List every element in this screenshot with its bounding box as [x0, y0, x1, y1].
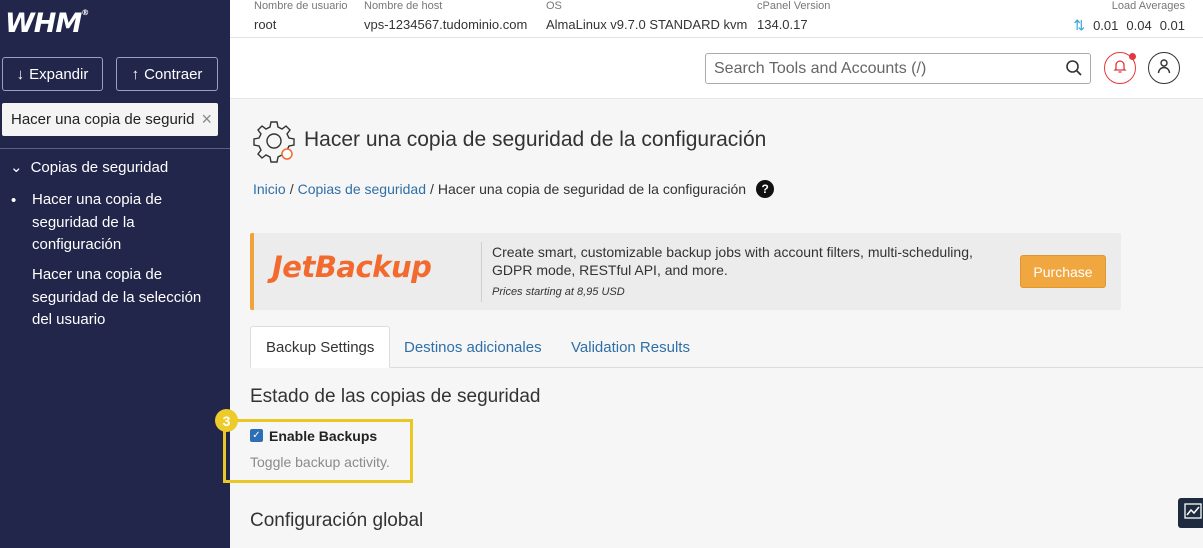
trend-chart-icon: [1184, 502, 1202, 524]
jetbackup-logo: JetBackup: [272, 250, 432, 284]
hostname-info: Nombre de host vps-1234567.tudominio.com: [364, 0, 528, 32]
sidebar-item-config-backup[interactable]: Hacer una copia de seguridad de la confi…: [32, 189, 212, 257]
sidebar-divider: [0, 148, 230, 149]
header: Search Tools and Accounts (/): [230, 38, 1203, 99]
jetbackup-promo-banner: JetBackup Create smart, customizable bac…: [250, 233, 1121, 310]
help-icon[interactable]: ?: [756, 180, 775, 198]
search-icon[interactable]: [1065, 59, 1083, 82]
username-info: Nombre de usuario root: [254, 0, 348, 32]
backup-config-gear-icon: [251, 118, 297, 169]
expand-button[interactable]: ↓ Expandir: [2, 57, 103, 91]
load-5min: 0.04: [1126, 18, 1152, 33]
tab-additional-destinations[interactable]: Destinos adicionales: [389, 326, 557, 368]
load-15min: 0.01: [1159, 18, 1185, 33]
notification-dot: [1129, 53, 1136, 60]
active-bullet-icon: •: [11, 192, 17, 209]
sidebar-item-user-selection-backup[interactable]: Hacer una copia de seguridad de la selec…: [32, 264, 212, 332]
breadcrumb: Inicio / Copias de seguridad / Hacer una…: [253, 180, 775, 198]
whm-logo[interactable]: WHM®: [5, 8, 89, 39]
clear-search-icon[interactable]: ×: [201, 109, 212, 130]
server-info-bar: Nombre de usuario root Nombre de host vp…: [230, 0, 1203, 38]
chevron-down-icon: ⌄: [10, 159, 23, 176]
load-averages: Load Averages ⇅ 0.01 0.04 0.01: [1073, 0, 1185, 33]
page-title: Hacer una copia de seguridad de la confi…: [304, 128, 767, 151]
purchase-button[interactable]: Purchase: [1020, 255, 1106, 288]
cpanel-version-info: cPanel Version 134.0.17: [757, 0, 831, 32]
collapse-button[interactable]: ↑ Contraer: [116, 57, 218, 91]
arrow-down-icon: ↓: [16, 65, 25, 83]
promo-price: Prices starting at 8,95 USD: [492, 286, 625, 298]
enable-backups-checkbox[interactable]: ✓: [250, 429, 263, 442]
tab-validation-results[interactable]: Validation Results: [556, 326, 705, 368]
promo-divider: [481, 242, 482, 302]
enable-backups-label[interactable]: Enable Backups: [269, 428, 377, 444]
tab-bar: Backup Settings Destinos adicionales Val…: [250, 326, 1203, 368]
os-info: OS AlmaLinux v9.7.0 STANDARD kvm: [546, 0, 748, 32]
backup-status-heading: Estado de las copias de seguridad: [250, 386, 541, 407]
sidebar-category-backups[interactable]: ⌄ Copias de seguridad: [10, 158, 168, 177]
breadcrumb-home[interactable]: Inicio: [253, 181, 286, 197]
sidebar-search-input[interactable]: Hacer una copia de segurid ×: [2, 103, 218, 136]
user-menu-button[interactable]: [1148, 52, 1180, 84]
notifications-button[interactable]: [1104, 52, 1136, 84]
sidebar: WHM® ↓ Expandir ↑ Contraer Hacer una cop…: [0, 0, 230, 548]
analytics-button[interactable]: [1178, 498, 1203, 528]
step-number-badge: 3: [215, 409, 238, 432]
enable-backups-help: Toggle backup activity.: [250, 454, 390, 470]
load-1min: 0.01: [1093, 18, 1119, 33]
user-icon: [1156, 58, 1172, 79]
breadcrumb-backups[interactable]: Copias de seguridad: [298, 181, 426, 197]
breadcrumb-current: Hacer una copia de seguridad de la confi…: [437, 181, 747, 197]
load-trend-icon: ⇅: [1073, 17, 1086, 33]
promo-description: Create smart, customizable backup jobs w…: [492, 244, 973, 278]
tab-backup-settings[interactable]: Backup Settings: [250, 326, 391, 368]
bell-icon: [1112, 58, 1128, 79]
arrow-up-icon: ↑: [131, 65, 140, 83]
search-input[interactable]: Search Tools and Accounts (/): [705, 53, 1091, 84]
global-config-heading: Configuración global: [250, 510, 424, 531]
